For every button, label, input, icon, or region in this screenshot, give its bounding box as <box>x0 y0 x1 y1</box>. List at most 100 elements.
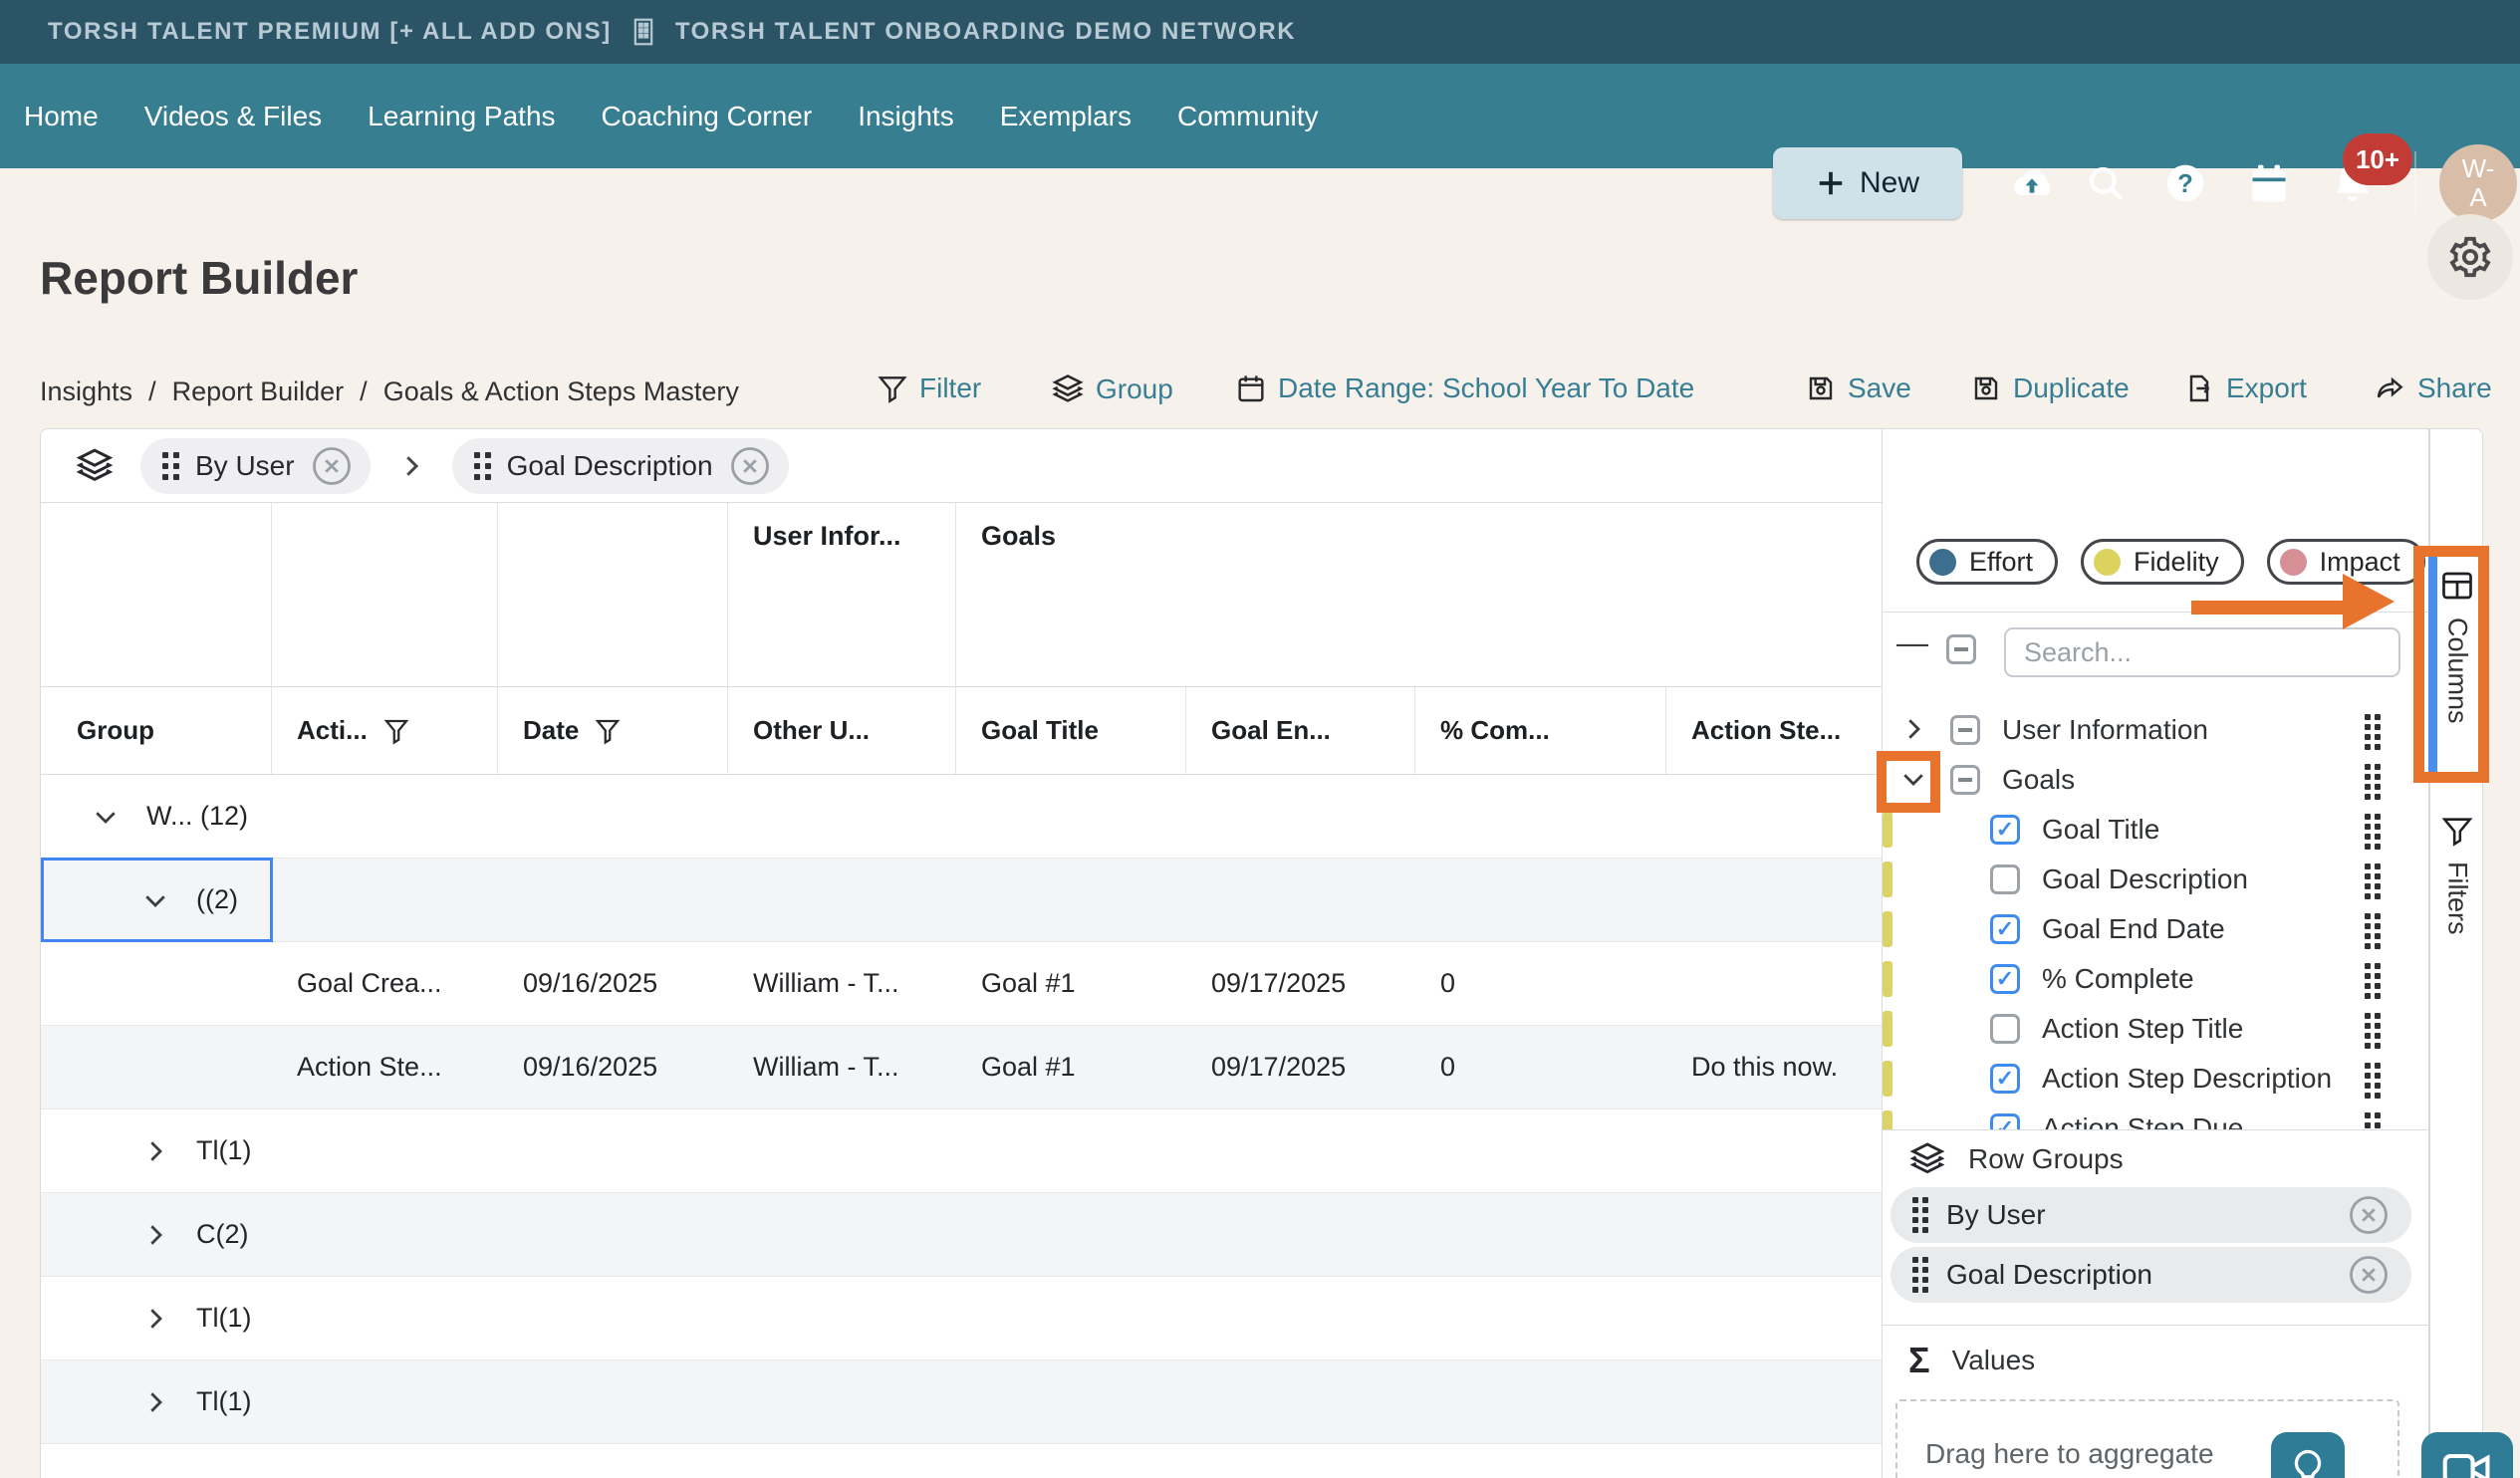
drag-handle-icon[interactable] <box>2365 1112 2381 1129</box>
nav-item-coaching-corner[interactable]: Coaching Corner <box>602 101 813 132</box>
group-chip[interactable]: Goal Description <box>452 438 789 494</box>
drag-handle-icon[interactable] <box>1912 1197 1928 1233</box>
column-header-other-u-[interactable]: Other U... <box>728 687 956 774</box>
group-checkbox[interactable] <box>1950 765 1980 795</box>
group-row[interactable]: Tl(1) <box>41 1277 1882 1360</box>
column-checkbox[interactable] <box>1990 864 2020 894</box>
drag-handle-icon[interactable] <box>2365 963 2381 999</box>
remove-icon[interactable] <box>2348 1254 2390 1296</box>
notification-badge[interactable]: 10+ <box>2343 133 2412 185</box>
nav-item-videos-files[interactable]: Videos & Files <box>144 101 322 132</box>
drag-handle-icon[interactable] <box>2365 764 2381 800</box>
filter-icon[interactable] <box>381 716 411 746</box>
column-header-goal-en-[interactable]: Goal En... <box>1186 687 1415 774</box>
breadcrumb-item[interactable]: Report Builder <box>172 376 345 407</box>
video-button[interactable] <box>2421 1432 2513 1478</box>
date-range-button[interactable]: Date Range: School Year To Date <box>1235 372 1694 404</box>
help-bubble-button[interactable] <box>2271 1432 2345 1478</box>
save-button[interactable]: Save <box>1805 372 1911 404</box>
chevron-right-icon[interactable] <box>1898 714 1930 746</box>
table-row[interactable]: Action Ste...09/16/2025William - T...Goa… <box>41 1026 1882 1109</box>
drag-handle-icon[interactable] <box>1912 1257 1928 1293</box>
drag-handle-icon[interactable] <box>2365 764 2381 800</box>
group-row[interactable]: Tl(1) <box>41 1360 1882 1444</box>
group-row[interactable]: ((2) <box>41 859 1882 942</box>
nav-item-home[interactable]: Home <box>24 101 99 132</box>
chevron-right-icon[interactable] <box>140 1136 170 1166</box>
settings-button[interactable] <box>2427 214 2513 300</box>
group-row[interactable]: W... (12) <box>41 775 1882 859</box>
legend-pill-fidelity[interactable]: Fidelity <box>2081 539 2244 585</box>
duplicate-button[interactable]: Duplicate <box>1970 372 2130 404</box>
avatar[interactable]: W- A <box>2439 144 2517 222</box>
column-header-goal-title[interactable]: Goal Title <box>956 687 1186 774</box>
drag-handle-icon[interactable] <box>2365 1063 2381 1099</box>
drag-handle-icon[interactable] <box>2365 863 2381 899</box>
column-checkbox[interactable] <box>1990 815 2020 845</box>
nav-item-exemplars[interactable]: Exemplars <box>1000 101 1132 132</box>
group-chip[interactable]: By User <box>140 438 371 494</box>
tree-item-goal-title[interactable]: Goal Title <box>1883 805 2428 855</box>
table-row[interactable]: Goal Crea...09/16/2025William - T...Goal… <box>41 942 1882 1026</box>
nav-item-insights[interactable]: Insights <box>858 101 954 132</box>
tree-item-goal-end-date[interactable]: Goal End Date <box>1883 904 2428 954</box>
chevron-right-icon[interactable] <box>140 1220 170 1250</box>
column-checkbox[interactable] <box>1990 1014 2020 1044</box>
column-header-acti-[interactable]: Acti... <box>272 687 498 774</box>
group-row[interactable]: Tl(1) <box>41 1109 1882 1193</box>
select-all-checkbox[interactable] <box>1946 634 1976 664</box>
share-button[interactable]: Share <box>2375 372 2492 404</box>
tree-item-user-information[interactable]: User Information <box>1883 705 2428 755</box>
breadcrumb-item[interactable]: Insights <box>40 376 132 407</box>
breadcrumb-item[interactable]: Goals & Action Steps Mastery <box>383 376 739 407</box>
column-header-%-com-[interactable]: % Com... <box>1415 687 1666 774</box>
filter-button[interactable]: Filter <box>877 372 981 404</box>
group-row[interactable]: C(2) <box>41 1193 1882 1277</box>
legend-pill-effort[interactable]: Effort <box>1916 539 2058 585</box>
column-header-action-ste-[interactable]: Action Ste... <box>1666 687 1882 774</box>
remove-icon[interactable] <box>311 445 353 487</box>
collapse-all-button[interactable]: — <box>1896 624 1928 661</box>
help-icon[interactable]: ? <box>2161 159 2209 207</box>
chevron-down-icon[interactable] <box>91 802 121 832</box>
tree-item-action-step-due[interactable]: Action Step Due <box>1883 1104 2428 1129</box>
chevron-down-icon[interactable] <box>140 885 170 915</box>
drag-handle-icon[interactable] <box>2365 863 2381 899</box>
nav-item-community[interactable]: Community <box>1177 101 1319 132</box>
drag-handle-icon[interactable] <box>2365 963 2381 999</box>
drag-handle-icon[interactable] <box>2365 1063 2381 1099</box>
remove-icon[interactable] <box>729 445 771 487</box>
column-checkbox[interactable] <box>1990 1064 2020 1094</box>
chevron-down-icon[interactable] <box>1898 764 1930 796</box>
group-checkbox[interactable] <box>1950 715 1980 745</box>
remove-icon[interactable] <box>2348 1194 2390 1236</box>
drag-handle-icon[interactable] <box>2365 714 2381 750</box>
column-checkbox[interactable] <box>1990 914 2020 944</box>
column-header-group[interactable]: Group <box>41 687 272 774</box>
drag-handle-icon[interactable] <box>2365 1013 2381 1049</box>
tab-columns[interactable]: Columns <box>2430 556 2483 775</box>
chevron-right-icon[interactable] <box>140 1387 170 1417</box>
column-checkbox[interactable] <box>1990 964 2020 994</box>
drag-handle-icon[interactable] <box>2365 1013 2381 1049</box>
new-button[interactable]: New <box>1773 147 1962 219</box>
drag-handle-icon[interactable] <box>2365 714 2381 750</box>
group-button[interactable]: Group <box>1051 372 1173 406</box>
tree-item-action-step-title[interactable]: Action Step Title <box>1883 1004 2428 1054</box>
legend-pill-impact[interactable]: Impact <box>2267 539 2425 585</box>
drag-handle-icon[interactable] <box>2365 913 2381 949</box>
tab-filters[interactable]: Filters <box>2430 812 2483 961</box>
export-button[interactable]: Export <box>2183 372 2307 404</box>
filter-icon[interactable] <box>593 716 623 746</box>
tree-item-%-complete[interactable]: % Complete <box>1883 954 2428 1004</box>
chevron-right-icon[interactable] <box>140 1304 170 1334</box>
column-search-input[interactable] <box>2004 627 2400 677</box>
drag-handle-icon[interactable] <box>2365 814 2381 850</box>
search-icon[interactable] <box>2082 159 2130 207</box>
drag-handle-icon[interactable] <box>474 452 491 480</box>
drag-handle-icon[interactable] <box>2365 1112 2381 1129</box>
tree-item-action-step-description[interactable]: Action Step Description <box>1883 1054 2428 1104</box>
cloud-upload-icon[interactable] <box>2008 159 2056 207</box>
drag-handle-icon[interactable] <box>2365 913 2381 949</box>
tree-item-goals[interactable]: Goals <box>1883 755 2428 805</box>
